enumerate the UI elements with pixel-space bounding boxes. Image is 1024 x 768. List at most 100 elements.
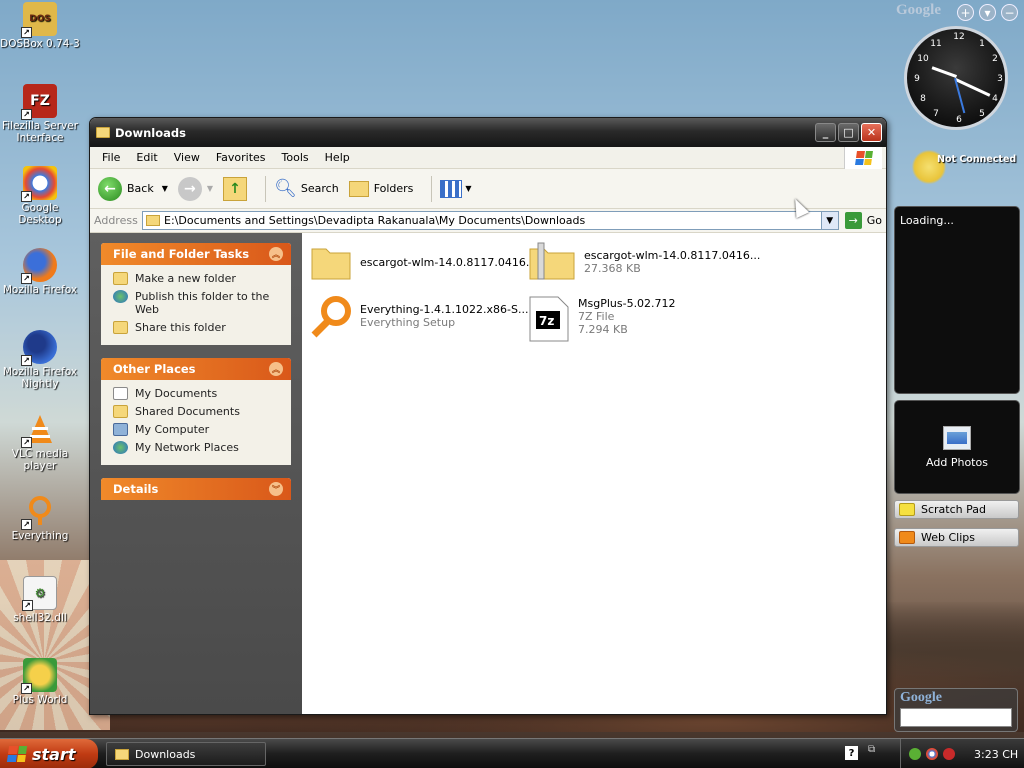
folder-icon [310,241,352,283]
desktop-icon-firefox[interactable]: ↗ Mozilla Firefox [0,248,80,296]
tray-security-icon[interactable] [943,748,955,760]
window-title: Downloads [115,125,186,140]
menu-favorites[interactable]: Favorites [208,151,274,164]
language-bar-icon[interactable]: ⧉ [868,744,882,762]
desktop-icon-label: VLC media player [11,448,69,472]
standard-toolbar: ← Back ▼ → ▼ ↑ 🔍︎ Search Folders ▼ [90,169,886,209]
close-button[interactable]: ✕ [861,123,882,142]
desktop-icon-filezilla[interactable]: FZ ↗ Filezilla Server Interface [0,84,80,144]
back-button[interactable]: ← Back ▼ [98,176,168,201]
desktop-icon-dosbox[interactable]: DOS ↗ DOSBox 0.74-3 [0,2,80,50]
desktop-icon-shell32[interactable]: ⚙ ↗ shell32.dll [0,576,80,624]
file-size: 27.368 KB [584,262,641,275]
up-folder-button[interactable]: ↑ [223,176,248,201]
place-label: My Computer [135,423,210,436]
file-item[interactable]: escargot-wlm-14.0.8117.0416... 27.368 KB [528,241,760,283]
collapse-chevron-icon[interactable]: ︽ [269,362,283,376]
menu-file[interactable]: File [94,151,128,164]
panel-header[interactable]: File and Folder Tasks ︽ [101,243,291,265]
folders-button[interactable]: Folders [348,180,413,197]
tray-google-desktop-icon[interactable] [926,748,938,760]
place-my-documents[interactable]: My Documents [113,387,281,400]
sidebar-minimize-button[interactable]: − [1001,4,1018,21]
address-field[interactable]: E:\Documents and Settings\Devadipta Raka… [142,211,839,230]
address-dropdown-icon[interactable]: ▼ [820,212,838,229]
forward-dropdown-icon: ▼ [206,184,214,193]
menu-bar: File Edit View Favorites Tools Help [90,147,886,169]
start-button[interactable]: start [0,739,98,768]
everything-setup-icon [310,295,352,338]
title-bar[interactable]: Downloads _ □ ✕ [90,118,886,147]
add-photos-label[interactable]: Add Photos [926,456,988,469]
file-size: 7.294 KB [578,322,628,336]
scratch-pad-gadget[interactable]: Scratch Pad [894,500,1019,519]
network-icon [113,441,128,454]
minimize-button[interactable]: _ [815,123,836,142]
panel-header[interactable]: Details ︾ [101,478,291,500]
windows-logo-icon [844,147,882,169]
file-item[interactable]: escargot-wlm-14.0.8117.0416... [310,241,536,283]
menu-tools[interactable]: Tools [274,151,317,164]
dosbox-icon: DOS ↗ [21,2,57,38]
task-publish-web[interactable]: Publish this folder to the Web [113,290,281,316]
file-item[interactable]: 7z MsgPlus-5.02.712 7Z File 7.294 KB [528,295,676,342]
tray-network-icon[interactable] [909,748,921,760]
web-clips-gadget[interactable]: Web Clips [894,528,1019,547]
file-item[interactable]: Everything-1.4.1.1022.x86-S... Everything… [310,295,528,338]
go-label: Go [866,214,882,227]
expand-chevron-icon[interactable]: ︾ [269,482,283,496]
desktop-icon-everything[interactable]: ↗ Everything [0,494,80,542]
explorer-window[interactable]: Downloads _ □ ✕ File Edit View Favorites… [89,117,887,715]
desktop-icon-plus-world[interactable]: ↗ Plus World [0,658,80,706]
address-bar: Address E:\Documents and Settings\Devadi… [90,209,886,233]
vlc-icon: ↗ [21,412,57,448]
search-icon: 🔍︎ [274,178,297,199]
place-shared-documents[interactable]: Shared Documents [113,405,281,418]
details-panel: Details ︾ [101,478,291,500]
google-search-gadget: Google [894,688,1018,732]
address-label: Address [94,214,138,227]
taskbar-button-downloads[interactable]: Downloads [106,742,266,766]
task-share-folder[interactable]: Share this folder [113,321,281,334]
desktop-icon-vlc[interactable]: ↗ VLC media player [0,412,80,472]
taskbar-clock[interactable]: 3:23 CH [974,748,1018,761]
photos-gadget[interactable]: Add Photos [894,400,1020,494]
help-icon[interactable]: ? [845,746,858,760]
system-tray: 3:23 CH [900,739,1024,768]
place-label: My Network Places [135,441,239,454]
desktop-icon-label: Mozilla Firefox Nightly [2,366,78,390]
place-my-computer[interactable]: My Computer [113,423,281,436]
desktop-icon-label: Mozilla Firefox [2,284,78,296]
go-button[interactable]: → Go [844,212,882,229]
7z-file-icon: 7z [528,295,570,342]
file-list[interactable]: escargot-wlm-14.0.8117.0416... escargot-… [302,233,886,714]
maximize-button[interactable]: □ [838,123,859,142]
news-gadget[interactable]: Loading... [894,206,1020,394]
forward-arrow-icon: → [177,176,202,201]
desktop-icon-google-desktop[interactable]: ↗ Google Desktop [0,166,80,226]
forward-button[interactable]: → ▼ [177,176,214,201]
place-label: My Documents [135,387,218,400]
loading-text: Loading... [900,214,954,227]
task-label: Publish this folder to the Web [135,290,270,316]
task-make-new-folder[interactable]: Make a new folder [113,272,281,285]
google-search-input[interactable] [900,708,1012,727]
sidebar-menu-button[interactable]: ▾ [979,4,996,21]
desktop-icon-label: Filezilla Server Interface [1,120,79,144]
menu-edit[interactable]: Edit [128,151,165,164]
panel-header[interactable]: Other Places ︽ [101,358,291,380]
photo-icon [943,425,971,450]
menu-help[interactable]: Help [317,151,358,164]
firefox-nightly-icon: ↗ [21,330,57,366]
menu-view[interactable]: View [166,151,208,164]
search-button[interactable]: 🔍︎ Search [274,178,339,199]
back-dropdown-icon[interactable]: ▼ [162,184,168,193]
views-button[interactable]: ▼ [440,179,472,198]
folders-icon [348,180,369,197]
place-network[interactable]: My Network Places [113,441,281,454]
collapse-chevron-icon[interactable]: ︽ [269,247,283,261]
add-gadget-button[interactable]: + [957,4,974,21]
back-arrow-icon: ← [98,176,122,201]
toolbar-separator [265,175,267,202]
desktop-icon-firefox-nightly[interactable]: ↗ Mozilla Firefox Nightly [0,330,80,390]
